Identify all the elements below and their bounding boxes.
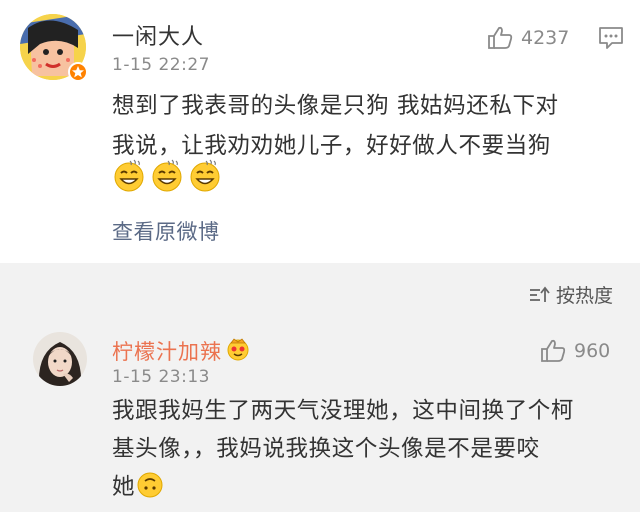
comment-sort-bar: 按热度 xyxy=(0,263,640,321)
sweat-smile-emoji-icon xyxy=(150,158,184,192)
post-text: 想到了我表哥的头像是只狗 我姑妈还私下对 我说，让我劝劝她儿子，好好做人不要当狗 xyxy=(112,86,612,166)
reply-avatar[interactable] xyxy=(33,332,87,386)
view-original-link[interactable]: 查看原微博 xyxy=(112,216,220,246)
post-text-line: 想到了我表哥的头像是只狗 我姑妈还私下对 xyxy=(112,93,559,119)
upside-down-face-emoji-icon xyxy=(136,471,164,503)
sweat-smile-emoji-icon xyxy=(188,158,222,192)
post-card: 一闲大人 1-15 22:27 4237 想到了我表哥的头像是只狗 我姑妈还私下… xyxy=(0,0,640,263)
post-emoji-row xyxy=(112,158,222,192)
reply-like-count: 960 xyxy=(574,340,611,362)
reply-username[interactable]: 柠檬汁加辣 xyxy=(112,336,222,366)
post-timestamp: 1-15 22:27 xyxy=(112,55,210,75)
comment-icon[interactable] xyxy=(598,26,624,50)
reply-timestamp: 1-15 23:13 xyxy=(112,367,210,387)
sort-icon xyxy=(528,286,550,304)
post-like-count: 4237 xyxy=(521,27,570,49)
reply-text: 我跟我妈生了两天气没理她，这中间换了个柯 基头像，，我妈说我换这个头像是不是要咬… xyxy=(112,392,612,506)
reply-text-line: 她 xyxy=(112,474,136,500)
post-like-button[interactable]: 4237 xyxy=(487,26,569,50)
thumbs-up-icon xyxy=(540,339,566,363)
sweat-smile-emoji-icon xyxy=(112,158,146,192)
post-username[interactable]: 一闲大人 xyxy=(112,19,204,51)
reply-like-button[interactable]: 960 xyxy=(540,339,610,363)
crown-emoji-icon xyxy=(226,337,250,361)
sort-by-hot-button[interactable]: 按热度 xyxy=(528,281,613,308)
thumbs-up-icon xyxy=(487,26,513,50)
sort-label: 按热度 xyxy=(556,285,614,307)
verified-badge-icon xyxy=(68,62,88,82)
reply-text-line: 基头像，，我妈说我换这个头像是不是要咬 xyxy=(112,436,540,462)
reply-text-line: 我跟我妈生了两天气没理她，这中间换了个柯 xyxy=(112,398,575,424)
